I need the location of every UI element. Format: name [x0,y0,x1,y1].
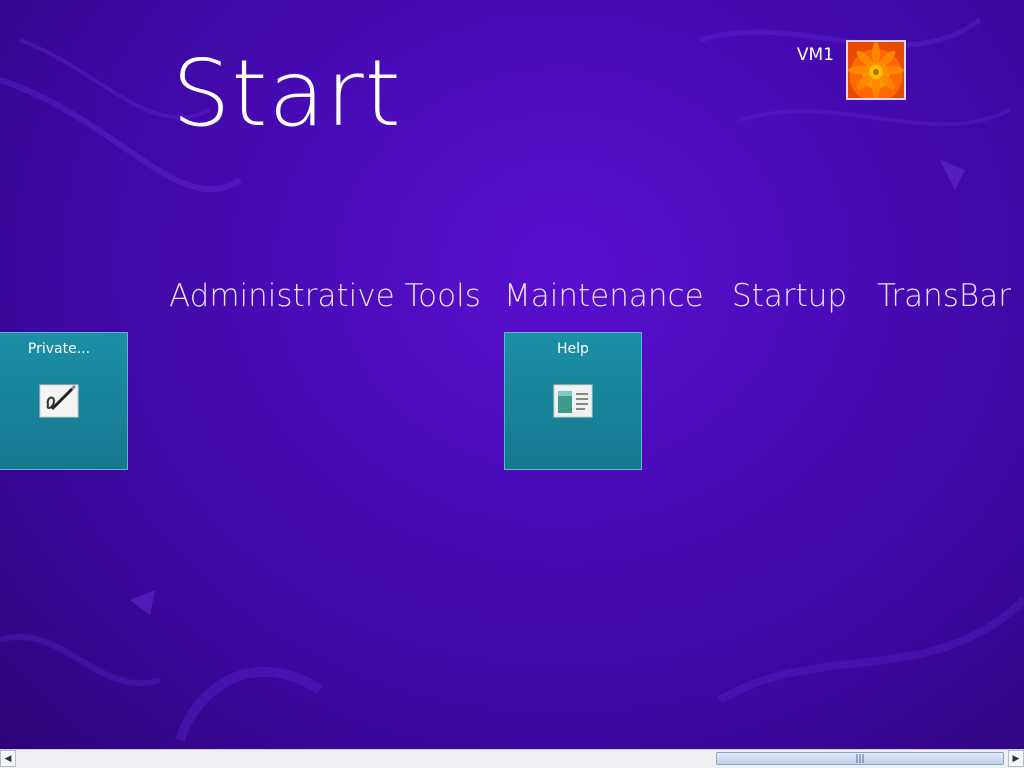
group-label-startup[interactable]: Startup [732,278,847,314]
tile-help[interactable]: Help [504,332,642,470]
group-label-administrative-tools[interactable]: Administrative Tools [169,278,481,314]
tile-private[interactable]: Private... [0,332,128,470]
tile-label: Help [557,341,589,357]
user-avatar[interactable] [846,40,906,100]
arrow-left-icon: ◀ [4,753,12,764]
scroll-left-button[interactable]: ◀ [0,750,16,767]
start-title: Start [172,40,402,147]
flower-icon [848,42,904,98]
group-label-maintenance[interactable]: Maintenance [504,278,704,314]
horizontal-scrollbar[interactable]: ◀ ||| ▶ [0,749,1024,768]
document-pen-icon [39,384,79,418]
group-label-transbar[interactable]: TransBar [877,278,1011,314]
tile-label: Private... [27,341,91,357]
help-book-icon [553,384,593,418]
scroll-thumb[interactable]: ||| [716,752,1004,765]
scroll-grip: ||| [855,753,865,764]
scroll-right-button[interactable]: ▶ [1008,750,1024,767]
user-name: VM1 [796,45,834,65]
arrow-right-icon: ▶ [1012,753,1020,764]
user-account[interactable]: VM1 [797,40,906,100]
